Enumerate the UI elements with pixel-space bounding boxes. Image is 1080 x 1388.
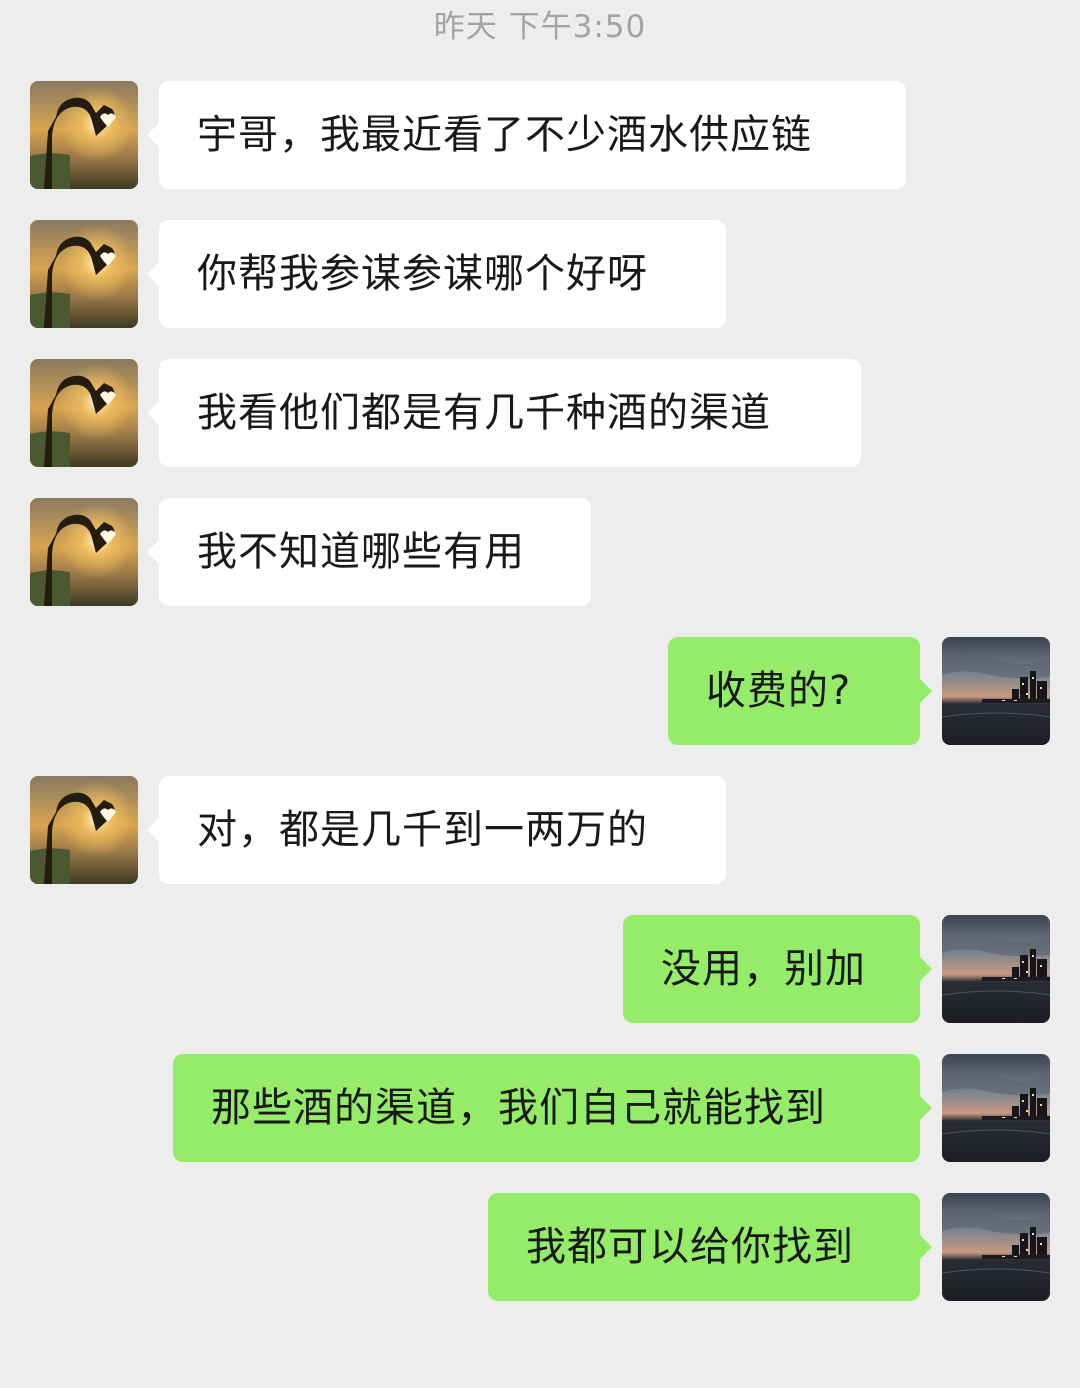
outgoing-message-bubble[interactable]: 收费的?: [668, 637, 932, 745]
city-skyline-at-dusk-avatar-image: [942, 1193, 1050, 1301]
contact-avatar[interactable]: [30, 359, 138, 467]
contact-avatar[interactable]: [30, 81, 138, 189]
contact-avatar[interactable]: [30, 220, 138, 328]
sunset-heart-hands-avatar-image: [30, 220, 138, 328]
incoming-message-bubble[interactable]: 我看他们都是有几千种酒的渠道: [147, 359, 861, 467]
city-skyline-at-dusk-avatar-image: [942, 637, 1050, 745]
contact-avatar[interactable]: [30, 776, 138, 884]
contact-avatar[interactable]: [30, 498, 138, 606]
city-skyline-at-dusk-avatar-image: [942, 1054, 1050, 1162]
outgoing-message-bubble[interactable]: 我都可以给你找到: [488, 1193, 932, 1301]
incoming-message-bubble[interactable]: 对，都是几千到一两万的: [147, 776, 726, 884]
my-avatar[interactable]: [942, 637, 1050, 745]
my-avatar[interactable]: [942, 1193, 1050, 1301]
my-avatar[interactable]: [942, 915, 1050, 1023]
sunset-heart-hands-avatar-image: [30, 359, 138, 467]
outgoing-message-bubble[interactable]: 没用，别加: [623, 915, 932, 1023]
sunset-heart-hands-avatar-image: [30, 81, 138, 189]
incoming-message-bubble[interactable]: 你帮我参谋参谋哪个好呀: [147, 220, 726, 328]
sunset-heart-hands-avatar-image: [30, 498, 138, 606]
incoming-message-bubble[interactable]: 我不知道哪些有用: [147, 498, 591, 606]
sunset-heart-hands-avatar-image: [30, 776, 138, 884]
message-timestamp: 昨天 下午3:50: [433, 9, 647, 45]
city-skyline-at-dusk-avatar-image: [942, 915, 1050, 1023]
outgoing-message-bubble[interactable]: 那些酒的渠道，我们自己就能找到: [173, 1054, 932, 1162]
my-avatar[interactable]: [942, 1054, 1050, 1162]
incoming-message-bubble[interactable]: 宇哥，我最近看了不少酒水供应链: [147, 81, 906, 189]
